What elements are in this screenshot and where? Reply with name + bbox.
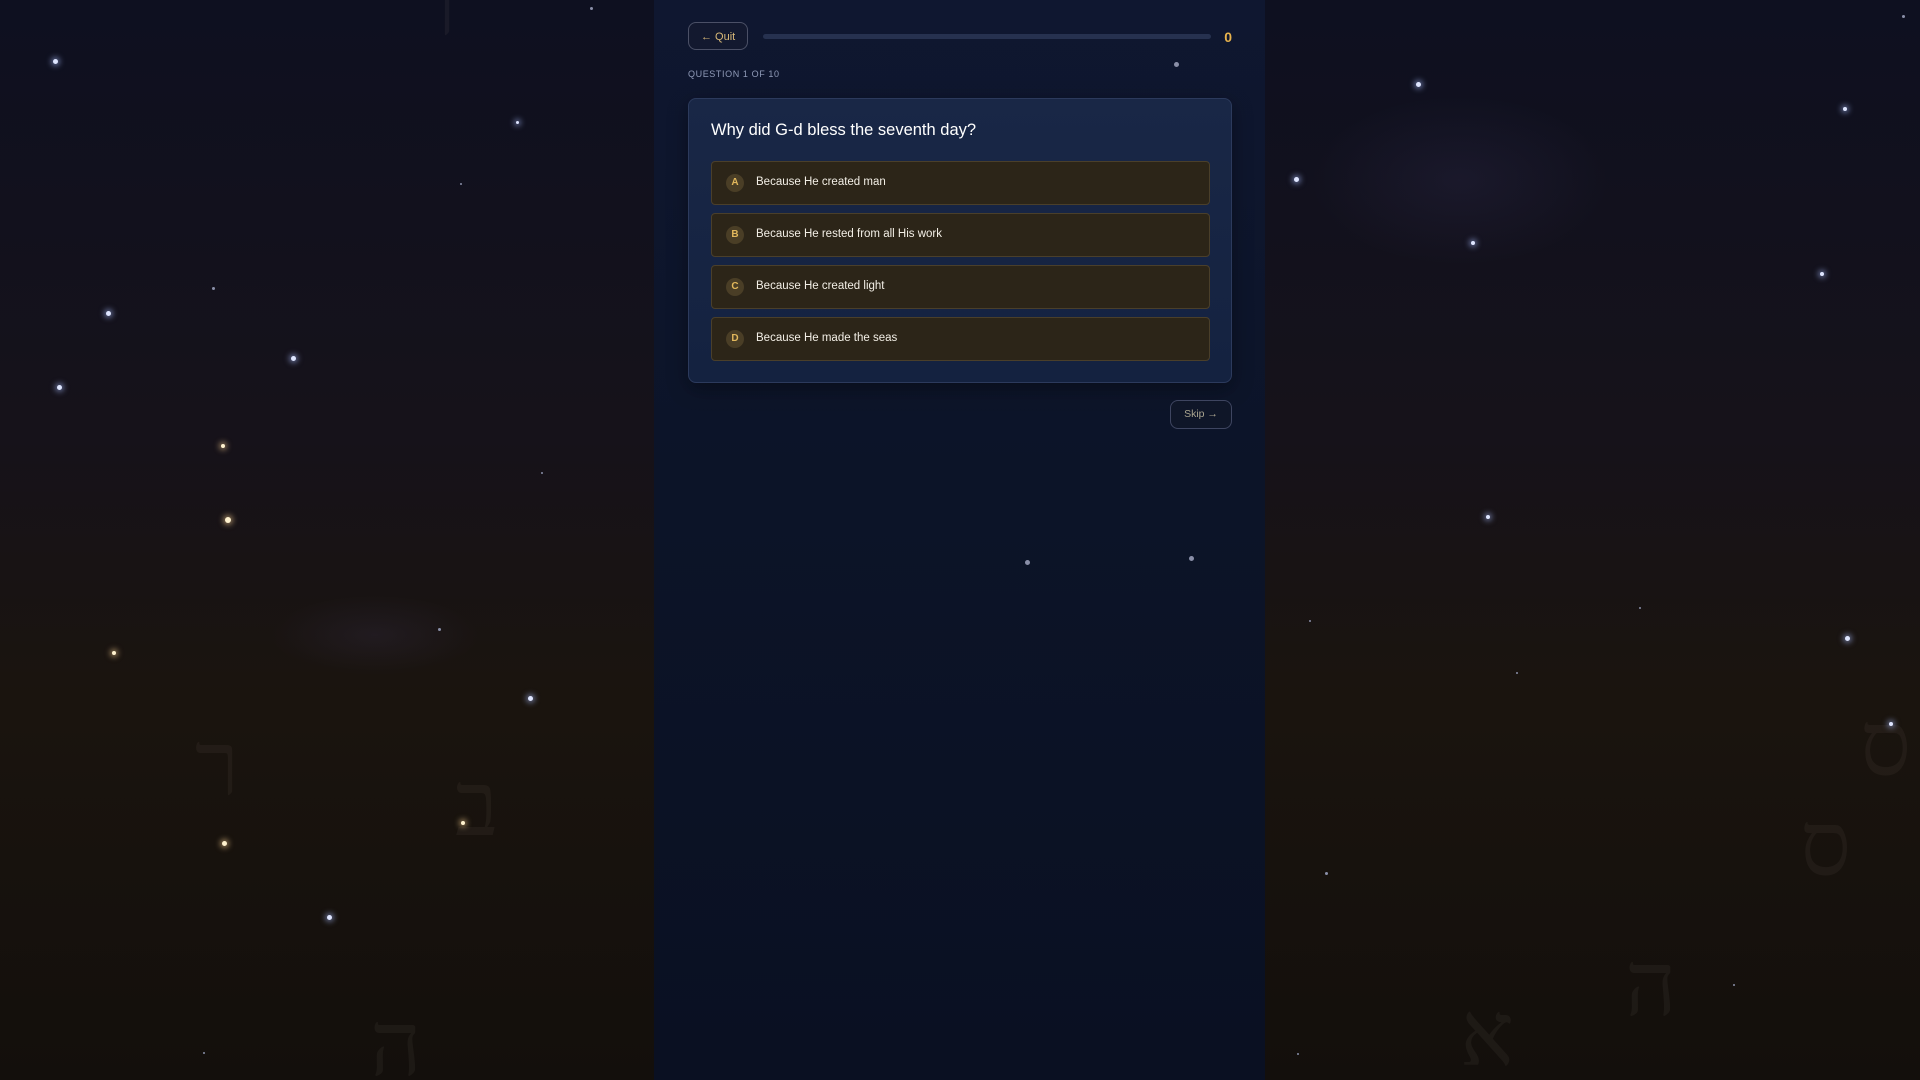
star — [1516, 672, 1518, 674]
star — [1486, 515, 1490, 519]
nebula-glow — [270, 595, 480, 675]
star — [106, 311, 111, 316]
star — [541, 472, 543, 474]
option-letter-badge: A — [726, 174, 744, 192]
hebrew-glyph-decoration: א — [1460, 982, 1515, 1080]
star — [212, 287, 215, 290]
star — [1189, 556, 1194, 561]
star — [57, 385, 62, 390]
option-text: Because He created man — [756, 176, 886, 188]
hebrew-glyph-decoration: ר — [412, 0, 457, 57]
star — [1471, 241, 1475, 245]
nebula-glow — [1310, 95, 1610, 265]
star — [1325, 872, 1328, 875]
quit-button[interactable]: ← Quit — [688, 22, 749, 50]
star — [1639, 607, 1641, 609]
star — [516, 121, 519, 124]
star — [528, 696, 533, 701]
star — [461, 821, 465, 825]
star — [1297, 1053, 1299, 1055]
question-text: Why did G-d bless the seventh day? — [711, 121, 977, 139]
star — [1820, 272, 1824, 276]
star — [203, 1052, 205, 1054]
star — [590, 7, 593, 10]
option-letter-badge: D — [726, 330, 744, 348]
score-value: 0 — [1224, 29, 1232, 45]
star — [1309, 620, 1311, 622]
star — [225, 517, 231, 523]
star — [291, 356, 296, 361]
star — [1174, 62, 1179, 67]
option-text: Because He created light — [756, 280, 885, 292]
question-card: Why did G-d bless the seventh day? A Bec… — [688, 98, 1232, 383]
hebrew-glyph-decoration: ה — [370, 992, 422, 1080]
star — [221, 444, 225, 448]
answer-option-b[interactable]: B Because He rested from all His work — [711, 213, 1210, 257]
hebrew-glyph-decoration: ס — [1800, 792, 1852, 897]
hebrew-glyph-decoration: ה — [1625, 932, 1677, 1037]
answer-option-a[interactable]: A Because He created man — [711, 161, 1210, 205]
star — [1733, 984, 1735, 986]
star — [438, 628, 441, 631]
star — [327, 915, 332, 920]
star — [1889, 722, 1893, 726]
progress-bar — [763, 34, 1211, 39]
star — [222, 841, 227, 846]
hebrew-glyph-decoration: ס — [1860, 692, 1912, 797]
star — [1025, 560, 1030, 565]
hebrew-glyph-decoration: ר — [195, 712, 240, 817]
answer-option-d[interactable]: D Because He made the seas — [711, 317, 1210, 361]
question-counter: QUESTION 1 OF 10 — [688, 69, 780, 79]
answer-option-c[interactable]: C Because He created light — [711, 265, 1210, 309]
option-text: Because He made the seas — [756, 332, 898, 344]
star — [460, 183, 462, 185]
star — [1294, 177, 1299, 182]
option-letter-badge: B — [726, 226, 744, 244]
star — [112, 651, 116, 655]
star — [1843, 107, 1847, 111]
star — [53, 59, 58, 64]
star — [1902, 15, 1905, 18]
top-bar: ← Quit 0 — [688, 22, 1232, 52]
star — [1845, 636, 1850, 641]
option-text: Because He rested from all His work — [756, 228, 942, 240]
skip-button[interactable]: Skip → — [1170, 400, 1232, 429]
star — [1416, 82, 1421, 87]
hebrew-glyph-decoration: ב — [455, 752, 499, 857]
option-letter-badge: C — [726, 278, 744, 296]
